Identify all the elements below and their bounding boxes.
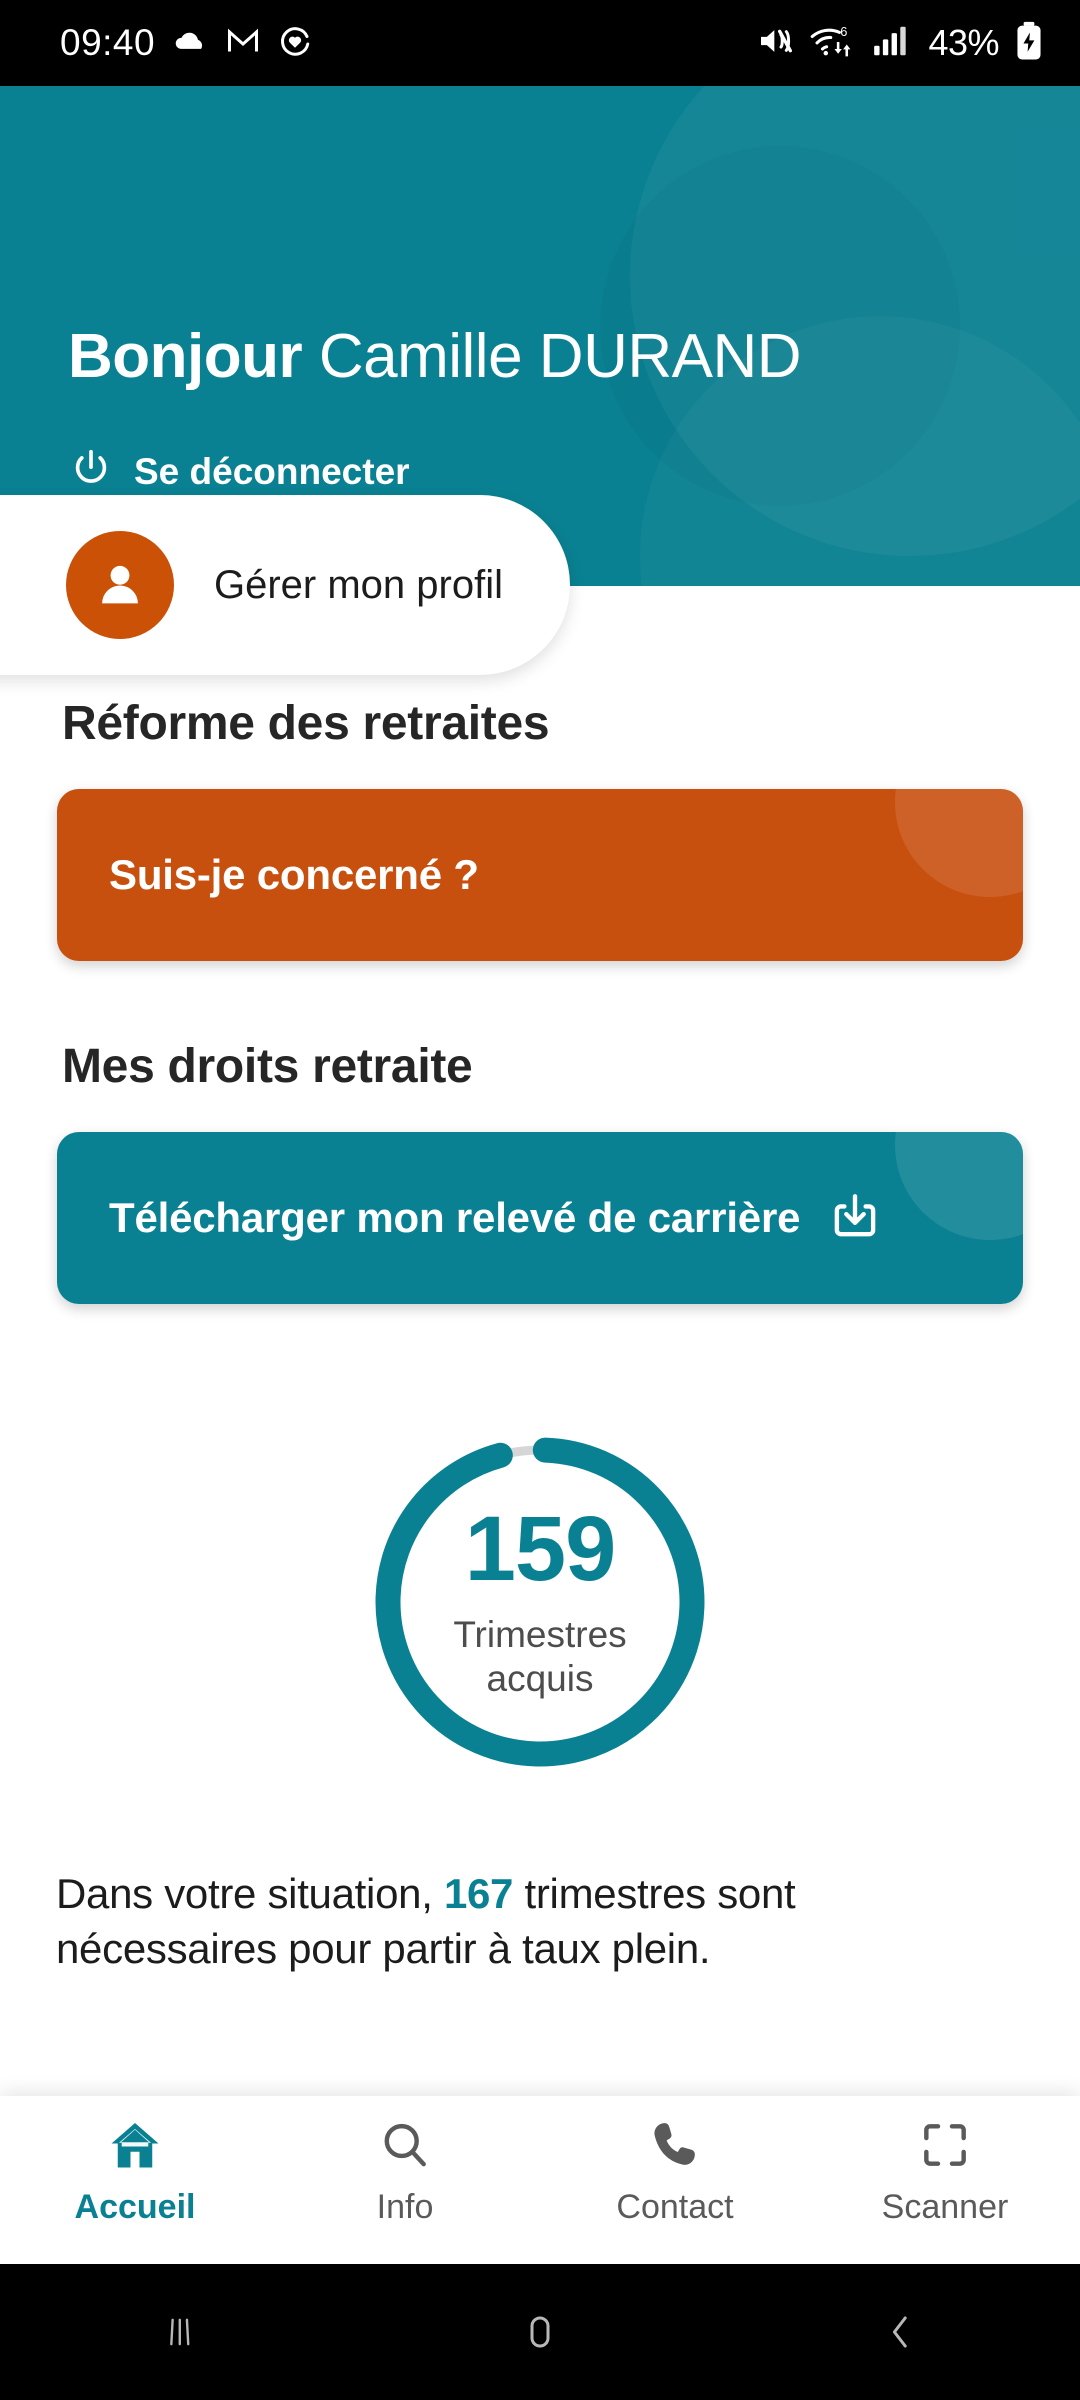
greeting-bold: Bonjour [68, 322, 303, 391]
app-screen: 09:40 6 43% Bonjour Camille DURAND Se dé… [0, 0, 1080, 2400]
nav-label-scanner: Scanner [881, 2188, 1009, 2226]
section-title-droits: Mes droits retraite [62, 1040, 473, 1093]
manage-profile-label: Gérer mon profil [214, 562, 503, 607]
status-bar-left: 09:40 [60, 22, 313, 65]
status-bar-right: 6 43% [756, 21, 1046, 66]
manage-profile-button[interactable]: Gérer mon profil [0, 495, 570, 675]
back-icon[interactable] [720, 2308, 1080, 2356]
health-icon [277, 23, 313, 64]
avatar [66, 531, 174, 639]
mute-icon [756, 21, 796, 66]
trimestres-caption-line2: acquis [486, 1658, 594, 1699]
bottom-navigation: Accueil Info Contact Scanner [0, 2096, 1080, 2264]
home-square-icon[interactable] [360, 2308, 720, 2356]
gmail-icon [225, 23, 261, 64]
nav-label-contact: Contact [616, 2188, 734, 2226]
search-icon [377, 2114, 433, 2176]
wifi-icon: 6 [809, 21, 857, 66]
suis-je-concerne-label: Suis-je concerné ? [109, 851, 479, 898]
summary-highlight: 167 [443, 1870, 514, 1917]
phone-icon [647, 2114, 703, 2176]
signal-icon [870, 22, 910, 65]
button-corner-decoration-2 [895, 1132, 1023, 1240]
android-system-nav [0, 2264, 1080, 2400]
download-icon [826, 1189, 884, 1247]
summary-text: Dans votre situation, 167 trimestres son… [56, 1866, 1024, 1977]
nav-item-info[interactable]: Info [270, 2114, 540, 2227]
person-icon [102, 565, 138, 604]
download-releve-button[interactable]: Télécharger mon relevé de carrière [57, 1132, 1023, 1304]
nav-label-info: Info [376, 2188, 434, 2226]
greeting-user-name: Camille DURAND [318, 322, 802, 391]
nav-label-accueil: Accueil [74, 2188, 196, 2226]
logout-button[interactable]: Se déconnecter [68, 446, 410, 497]
download-releve-label: Télécharger mon relevé de carrière [109, 1194, 801, 1241]
recents-icon[interactable] [0, 2306, 360, 2358]
scan-icon [917, 2114, 973, 2176]
status-bar: 09:40 6 43% [0, 0, 1080, 86]
status-clock: 09:40 [60, 22, 156, 63]
svg-text:6: 6 [841, 24, 848, 39]
trimestres-caption-line1: Trimestres [453, 1614, 627, 1656]
trimestres-value: 159 [464, 1498, 616, 1601]
greeting-text: Bonjour Camille DURAND [68, 321, 802, 392]
power-icon [68, 446, 114, 497]
battery-percent-label: 43% [928, 22, 999, 63]
nav-item-contact[interactable]: Contact [540, 2114, 810, 2227]
summary-suffix: trimestres sont [513, 1870, 796, 1917]
nav-item-scanner[interactable]: Scanner [810, 2114, 1080, 2227]
home-icon [105, 2114, 165, 2176]
cloud-icon [171, 22, 209, 65]
summary-prefix: Dans votre situation, [56, 1870, 444, 1917]
nav-item-accueil[interactable]: Accueil [0, 2114, 270, 2227]
summary-line2: nécessaires pour partir à taux plein. [56, 1925, 711, 1973]
main-content: Réforme des retraites Suis-je concerné ?… [0, 586, 1080, 2116]
trimestres-caption: Trimestres acquis [453, 1613, 626, 1700]
trimestres-progress-ring: 159 Trimestres acquis [360, 1422, 720, 1782]
button-corner-decoration [895, 789, 1023, 897]
battery-charging-icon [1012, 21, 1046, 66]
suis-je-concerne-button[interactable]: Suis-je concerné ? [57, 789, 1023, 961]
logout-label: Se déconnecter [134, 450, 410, 492]
section-title-reforme: Réforme des retraites [62, 697, 550, 750]
progress-ring-center: 159 Trimestres acquis [360, 1422, 720, 1782]
